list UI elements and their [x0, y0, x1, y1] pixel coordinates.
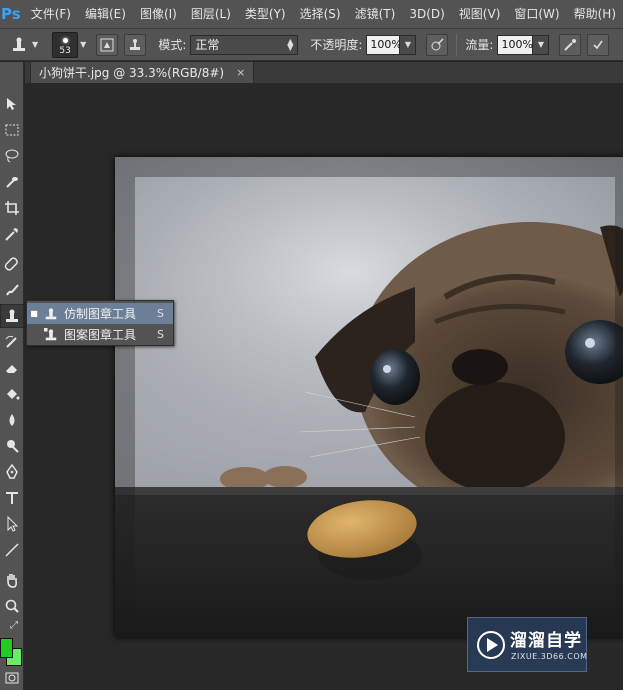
toggle-clone-source-panel-icon[interactable]	[124, 33, 147, 56]
mode-value: 正常	[195, 38, 220, 52]
watermark: 溜溜自学 ZIXUE.3D66.COM	[467, 617, 587, 672]
menu-layer[interactable]: 图层(L)	[184, 0, 238, 28]
brush-preset-picker[interactable]: 53	[52, 31, 79, 58]
pattern-stamp-icon	[41, 327, 61, 342]
history-brush-tool-icon[interactable]	[0, 330, 24, 354]
menu-help[interactable]: 帮助(H)	[567, 0, 623, 28]
airbrush-icon[interactable]	[559, 33, 582, 56]
brush-dropdown-icon[interactable]: ▼	[80, 40, 86, 49]
foreground-color-swatch[interactable]	[0, 638, 13, 658]
flow-label: 流量:	[465, 38, 494, 52]
watermark-subtitle: ZIXUE.3D66.COM	[511, 652, 588, 661]
type-tool-icon[interactable]	[0, 486, 24, 510]
toolbox: ⤢	[0, 62, 24, 690]
healing-brush-tool-icon[interactable]	[0, 252, 24, 276]
clone-stamp-tool-icon[interactable]	[0, 304, 24, 328]
paint-bucket-tool-icon[interactable]	[0, 382, 24, 406]
dodge-tool-icon[interactable]	[0, 434, 24, 458]
opacity-label: 不透明度:	[310, 38, 363, 52]
options-separator	[456, 33, 458, 56]
menu-filter[interactable]: 滤镜(T)	[348, 0, 403, 28]
pressure-opacity-icon[interactable]	[426, 33, 449, 56]
flyout-item-clone-stamp[interactable]: ■ 仿制图章工具 S	[27, 303, 173, 324]
mode-label: 模式:	[158, 38, 187, 52]
brush-size-value: 53	[59, 45, 71, 56]
menu-file[interactable]: 文件(F)	[24, 0, 78, 28]
stamp-tool-flyout: ■ 仿制图章工具 S 图案图章工具 S	[26, 300, 174, 346]
quick-selection-tool-icon[interactable]	[0, 170, 24, 194]
menu-window[interactable]: 窗口(W)	[507, 0, 566, 28]
mode-select[interactable]: 正常 ▲ ▼	[190, 34, 299, 55]
hand-tool-icon[interactable]	[0, 568, 24, 592]
tab-document[interactable]: 小狗饼干.jpg @ 33.3%(RGB/8#) ×	[30, 62, 255, 83]
canvas-area[interactable]	[25, 83, 623, 690]
flyout-item-shortcut: S	[157, 328, 164, 341]
aligned-checkbox[interactable]	[587, 33, 610, 56]
pen-tool-icon[interactable]	[0, 460, 24, 484]
close-icon[interactable]: ×	[236, 66, 245, 79]
blur-tool-icon[interactable]	[0, 408, 24, 432]
path-selection-tool-icon[interactable]	[0, 512, 24, 536]
watermark-title: 溜溜自学	[510, 631, 582, 651]
menu-bar: Ps 文件(F) 编辑(E) 图像(I) 图层(L) 类型(Y) 选择(S) 滤…	[0, 0, 623, 28]
flyout-item-shortcut: S	[157, 307, 164, 320]
menu-edit[interactable]: 编辑(E)	[78, 0, 133, 28]
line-tool-icon[interactable]	[0, 538, 24, 562]
menu-3d[interactable]: 3D(D)	[402, 0, 451, 28]
watermark-play-logo-icon	[477, 631, 505, 659]
zoom-tool-icon[interactable]	[0, 594, 24, 618]
flow-dropdown-icon[interactable]: ▼	[533, 34, 550, 55]
options-bar: ▼ 53 ▼ 模式: 正常 ▲ ▼ 不透明度: 100% ▼ 流量: 100% ▼	[0, 28, 623, 61]
flyout-item-label: 仿制图章工具	[64, 307, 137, 321]
pug-photo	[115, 157, 623, 637]
marquee-tool-icon[interactable]	[0, 118, 24, 142]
menu-view[interactable]: 视图(V)	[452, 0, 508, 28]
document-image[interactable]	[115, 157, 623, 637]
opacity-input[interactable]: 100%	[366, 34, 402, 55]
menu-image[interactable]: 图像(I)	[133, 0, 184, 28]
toggle-brush-panel-icon[interactable]	[96, 33, 119, 56]
brush-tool-icon[interactable]	[0, 278, 24, 302]
document-tab-title: 小狗饼干.jpg @ 33.3%(RGB/8#)	[39, 66, 225, 80]
menu-type[interactable]: 类型(Y)	[238, 0, 293, 28]
eyedropper-tool-icon[interactable]	[0, 222, 24, 246]
clone-stamp-preset-icon[interactable]	[10, 34, 28, 56]
flow-input[interactable]: 100%	[497, 34, 534, 55]
crop-tool-icon[interactable]	[0, 196, 24, 220]
lasso-tool-icon[interactable]	[0, 144, 24, 168]
swap-colors-icon[interactable]: ⤢	[10, 620, 18, 631]
clone-stamp-icon	[41, 307, 61, 321]
menu-select[interactable]: 选择(S)	[293, 0, 348, 28]
selected-bullet-icon: ■	[30, 309, 38, 318]
move-tool-icon[interactable]	[0, 92, 24, 116]
opacity-dropdown-icon[interactable]: ▼	[400, 34, 417, 55]
flyout-item-pattern-stamp[interactable]: 图案图章工具 S	[27, 324, 173, 345]
quick-mask-icon[interactable]	[0, 666, 24, 690]
tool-preset-dropdown-icon[interactable]: ▼	[32, 40, 38, 49]
photoshop-logo: Ps	[1, 5, 21, 23]
flyout-item-label: 图案图章工具	[64, 328, 137, 342]
document-tab-strip: 小狗饼干.jpg @ 33.3%(RGB/8#) ×	[25, 62, 623, 83]
eraser-tool-icon[interactable]	[0, 356, 24, 380]
